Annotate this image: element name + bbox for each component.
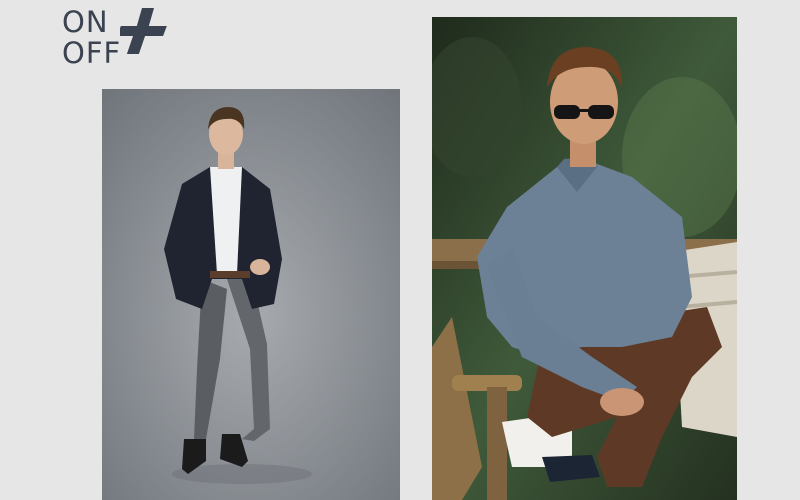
plus-icon: [120, 8, 167, 54]
brand-logo[interactable]: ON OFF: [62, 8, 172, 70]
photo-left-image: [102, 89, 400, 500]
photo-right-image: [432, 17, 737, 500]
photo-left: [102, 89, 400, 500]
logo-word-on: ON: [62, 5, 109, 39]
logo-word-off: OFF: [62, 36, 122, 70]
photo-right: [432, 17, 737, 500]
